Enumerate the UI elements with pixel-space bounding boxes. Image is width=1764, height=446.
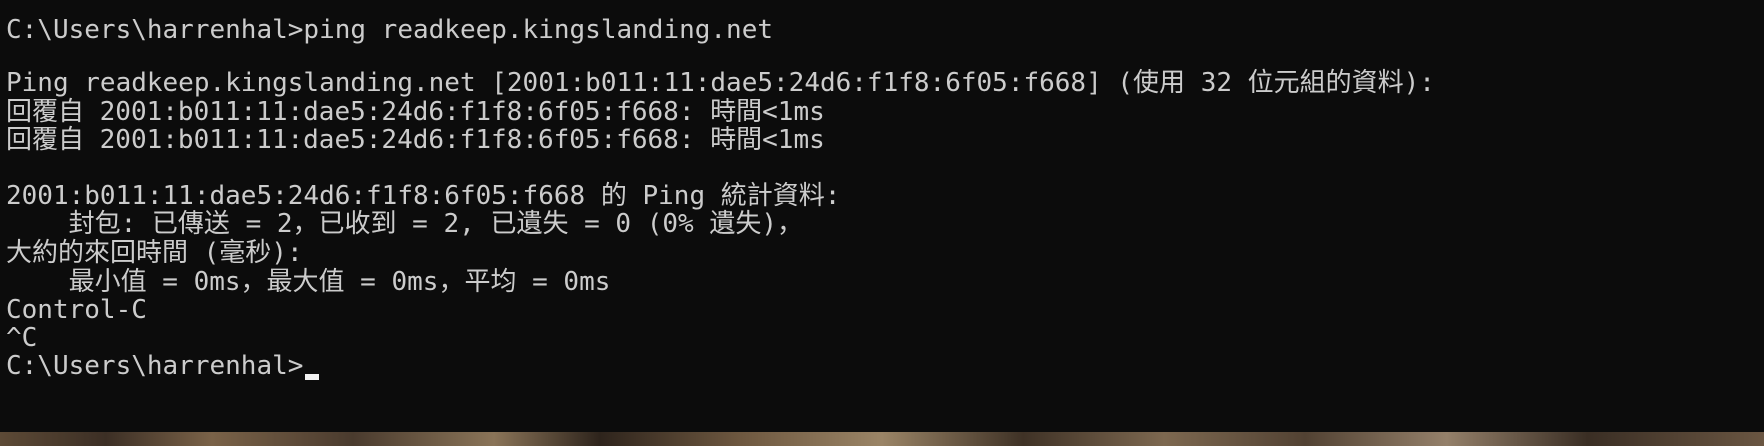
output-line-reply-2: 回覆自 2001:b011:11:dae5:24d6:f1f8:6f05:f66… [6, 125, 825, 155]
text-cursor [305, 374, 320, 380]
output-line-ping-header: Ping readkeep.kingslanding.net [2001:b01… [6, 68, 1435, 98]
prompt-text: C:\Users\harrenhal> [6, 351, 304, 381]
output-line-packets: 封包: 已傳送 = 2，已收到 = 2, 已遺失 = 0 (0% 遺失)， [6, 209, 803, 239]
output-line-command: C:\Users\harrenhal>ping readkeep.kingsla… [6, 15, 774, 45]
terminal-window[interactable]: C:\Users\harrenhal>ping readkeep.kingsla… [0, 0, 1764, 432]
desktop-background-strip [0, 432, 1764, 446]
command-prompt[interactable]: C:\Users\harrenhal> [6, 350, 320, 382]
output-line-rtt-title: 大約的來回時間 (毫秒): [6, 238, 303, 268]
